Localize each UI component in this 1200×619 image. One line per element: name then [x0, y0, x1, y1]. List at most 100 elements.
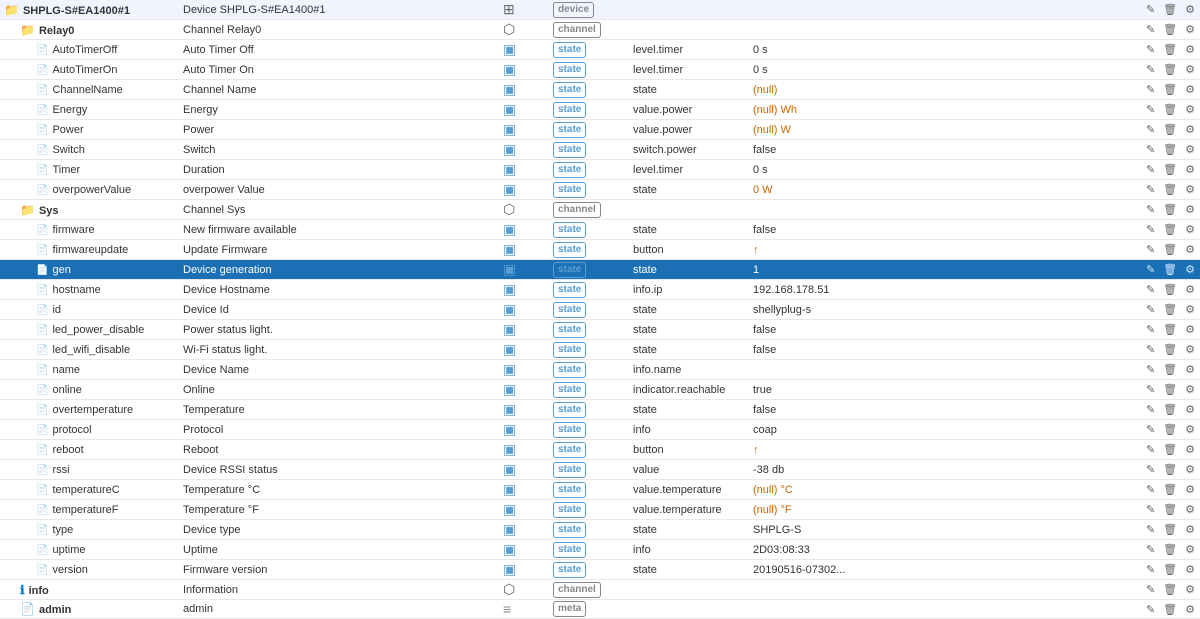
settings-icon[interactable]: ⚙ [1183, 182, 1197, 197]
row-actions[interactable]: ✎ 🗑 ⚙ [1130, 100, 1200, 120]
table-row[interactable]: 📄typeDevice type▣statestateSHPLG-S ✎ 🗑 ⚙ [0, 520, 1200, 540]
row-actions[interactable]: ✎ 🗑 ⚙ [1130, 320, 1200, 340]
table-row[interactable]: 📄led_wifi_disableWi-Fi status light.▣sta… [0, 340, 1200, 360]
edit-icon[interactable]: ✎ [1144, 262, 1157, 277]
delete-icon[interactable]: 🗑 [1161, 262, 1179, 277]
edit-icon[interactable]: ✎ [1144, 582, 1157, 597]
row-actions[interactable]: ✎ 🗑 ⚙ [1130, 200, 1200, 220]
edit-icon[interactable]: ✎ [1144, 482, 1157, 497]
settings-icon[interactable]: ⚙ [1183, 582, 1197, 597]
delete-icon[interactable]: 🗑 [1161, 82, 1179, 97]
settings-icon[interactable]: ⚙ [1183, 242, 1197, 257]
row-actions[interactable]: ✎ 🗑 ⚙ [1130, 140, 1200, 160]
edit-icon[interactable]: ✎ [1144, 102, 1157, 117]
delete-icon[interactable]: 🗑 [1161, 302, 1179, 317]
edit-icon[interactable]: ✎ [1144, 62, 1157, 77]
settings-icon[interactable]: ⚙ [1183, 562, 1197, 577]
table-row[interactable]: 📄idDevice Id▣statestateshellyplug-s ✎ 🗑 … [0, 300, 1200, 320]
row-actions[interactable]: ✎ 🗑 ⚙ [1130, 180, 1200, 200]
edit-icon[interactable]: ✎ [1144, 602, 1157, 617]
table-row[interactable]: 📄versionFirmware version▣statestate20190… [0, 560, 1200, 580]
table-row[interactable]: 📄protocolProtocol▣stateinfocoap ✎ 🗑 ⚙ [0, 420, 1200, 440]
delete-icon[interactable]: 🗑 [1161, 382, 1179, 397]
settings-icon[interactable]: ⚙ [1183, 442, 1197, 457]
row-actions[interactable]: ✎ 🗑 ⚙ [1130, 240, 1200, 260]
edit-icon[interactable]: ✎ [1144, 342, 1157, 357]
settings-icon[interactable]: ⚙ [1183, 2, 1197, 17]
table-row[interactable]: 📄overtemperatureTemperature▣statestatefa… [0, 400, 1200, 420]
edit-icon[interactable]: ✎ [1144, 242, 1157, 257]
table-row[interactable]: 📄EnergyEnergy▣statevalue.power(null) Wh … [0, 100, 1200, 120]
edit-icon[interactable]: ✎ [1144, 222, 1157, 237]
table-row[interactable]: 📁Relay0Channel Relay0⬡channel ✎ 🗑 ⚙ [0, 20, 1200, 40]
row-actions[interactable]: ✎ 🗑 ⚙ [1130, 0, 1200, 20]
settings-icon[interactable]: ⚙ [1183, 422, 1197, 437]
settings-icon[interactable]: ⚙ [1183, 522, 1197, 537]
edit-icon[interactable]: ✎ [1144, 422, 1157, 437]
delete-icon[interactable]: 🗑 [1161, 522, 1179, 537]
edit-icon[interactable]: ✎ [1144, 462, 1157, 477]
table-row[interactable]: 📄ChannelNameChannel Name▣statestate(null… [0, 80, 1200, 100]
table-row[interactable]: 📄PowerPower▣statevalue.power(null) W ✎ 🗑… [0, 120, 1200, 140]
row-actions[interactable]: ✎ 🗑 ⚙ [1130, 340, 1200, 360]
settings-icon[interactable]: ⚙ [1183, 202, 1197, 217]
edit-icon[interactable]: ✎ [1144, 122, 1157, 137]
table-row[interactable]: 📄temperatureCTemperature °C▣statevalue.t… [0, 480, 1200, 500]
edit-icon[interactable]: ✎ [1144, 362, 1157, 377]
delete-icon[interactable]: 🗑 [1161, 162, 1179, 177]
table-row[interactable]: 📄led_power_disablePower status light.▣st… [0, 320, 1200, 340]
row-actions[interactable]: ✎ 🗑 ⚙ [1130, 280, 1200, 300]
settings-icon[interactable]: ⚙ [1183, 62, 1197, 77]
settings-icon[interactable]: ⚙ [1183, 542, 1197, 557]
delete-icon[interactable]: 🗑 [1161, 242, 1179, 257]
settings-icon[interactable]: ⚙ [1183, 282, 1197, 297]
table-row[interactable]: 📄TimerDuration▣statelevel.timer0 s ✎ 🗑 ⚙ [0, 160, 1200, 180]
table-row[interactable]: ℹinfoInformation⬡channel ✎ 🗑 ⚙ [0, 580, 1200, 600]
edit-icon[interactable]: ✎ [1144, 82, 1157, 97]
table-row[interactable]: 📄nameDevice Name▣stateinfo.name ✎ 🗑 ⚙ [0, 360, 1200, 380]
table-row[interactable]: 📄onlineOnline▣stateindicator.reachabletr… [0, 380, 1200, 400]
table-row[interactable]: 📄AutoTimerOffAuto Timer Off▣statelevel.t… [0, 40, 1200, 60]
settings-icon[interactable]: ⚙ [1183, 142, 1197, 157]
edit-icon[interactable]: ✎ [1144, 42, 1157, 57]
delete-icon[interactable]: 🗑 [1161, 542, 1179, 557]
row-actions[interactable]: ✎ 🗑 ⚙ [1130, 60, 1200, 80]
table-row[interactable]: 📄SwitchSwitch▣stateswitch.powerfalse ✎ 🗑… [0, 140, 1200, 160]
delete-icon[interactable]: 🗑 [1161, 222, 1179, 237]
settings-icon[interactable]: ⚙ [1183, 462, 1197, 477]
row-actions[interactable]: ✎ 🗑 ⚙ [1130, 580, 1200, 600]
settings-icon[interactable]: ⚙ [1183, 102, 1197, 117]
delete-icon[interactable]: 🗑 [1161, 322, 1179, 337]
row-actions[interactable]: ✎ 🗑 ⚙ [1130, 480, 1200, 500]
delete-icon[interactable]: 🗑 [1161, 2, 1179, 17]
table-row[interactable]: 📁SHPLG-S#EA1400#1Device SHPLG-S#EA1400#1… [0, 0, 1200, 20]
settings-icon[interactable]: ⚙ [1183, 22, 1197, 37]
row-actions[interactable]: ✎ 🗑 ⚙ [1130, 440, 1200, 460]
row-actions[interactable]: ✎ 🗑 ⚙ [1130, 360, 1200, 380]
row-actions[interactable]: ✎ 🗑 ⚙ [1130, 20, 1200, 40]
delete-icon[interactable]: 🗑 [1161, 282, 1179, 297]
edit-icon[interactable]: ✎ [1144, 382, 1157, 397]
delete-icon[interactable]: 🗑 [1161, 402, 1179, 417]
delete-icon[interactable]: 🗑 [1161, 202, 1179, 217]
settings-icon[interactable]: ⚙ [1183, 342, 1197, 357]
row-actions[interactable]: ✎ 🗑 ⚙ [1130, 560, 1200, 580]
row-actions[interactable]: ✎ 🗑 ⚙ [1130, 160, 1200, 180]
edit-icon[interactable]: ✎ [1144, 442, 1157, 457]
delete-icon[interactable]: 🗑 [1161, 42, 1179, 57]
settings-icon[interactable]: ⚙ [1183, 322, 1197, 337]
edit-icon[interactable]: ✎ [1144, 2, 1157, 17]
delete-icon[interactable]: 🗑 [1161, 22, 1179, 37]
delete-icon[interactable]: 🗑 [1161, 62, 1179, 77]
delete-icon[interactable]: 🗑 [1161, 122, 1179, 137]
edit-icon[interactable]: ✎ [1144, 22, 1157, 37]
row-actions[interactable]: ✎ 🗑 ⚙ [1130, 380, 1200, 400]
settings-icon[interactable]: ⚙ [1183, 602, 1197, 617]
edit-icon[interactable]: ✎ [1144, 402, 1157, 417]
delete-icon[interactable]: 🗑 [1161, 562, 1179, 577]
delete-icon[interactable]: 🗑 [1161, 462, 1179, 477]
edit-icon[interactable]: ✎ [1144, 522, 1157, 537]
settings-icon[interactable]: ⚙ [1183, 302, 1197, 317]
settings-icon[interactable]: ⚙ [1183, 382, 1197, 397]
edit-icon[interactable]: ✎ [1144, 182, 1157, 197]
